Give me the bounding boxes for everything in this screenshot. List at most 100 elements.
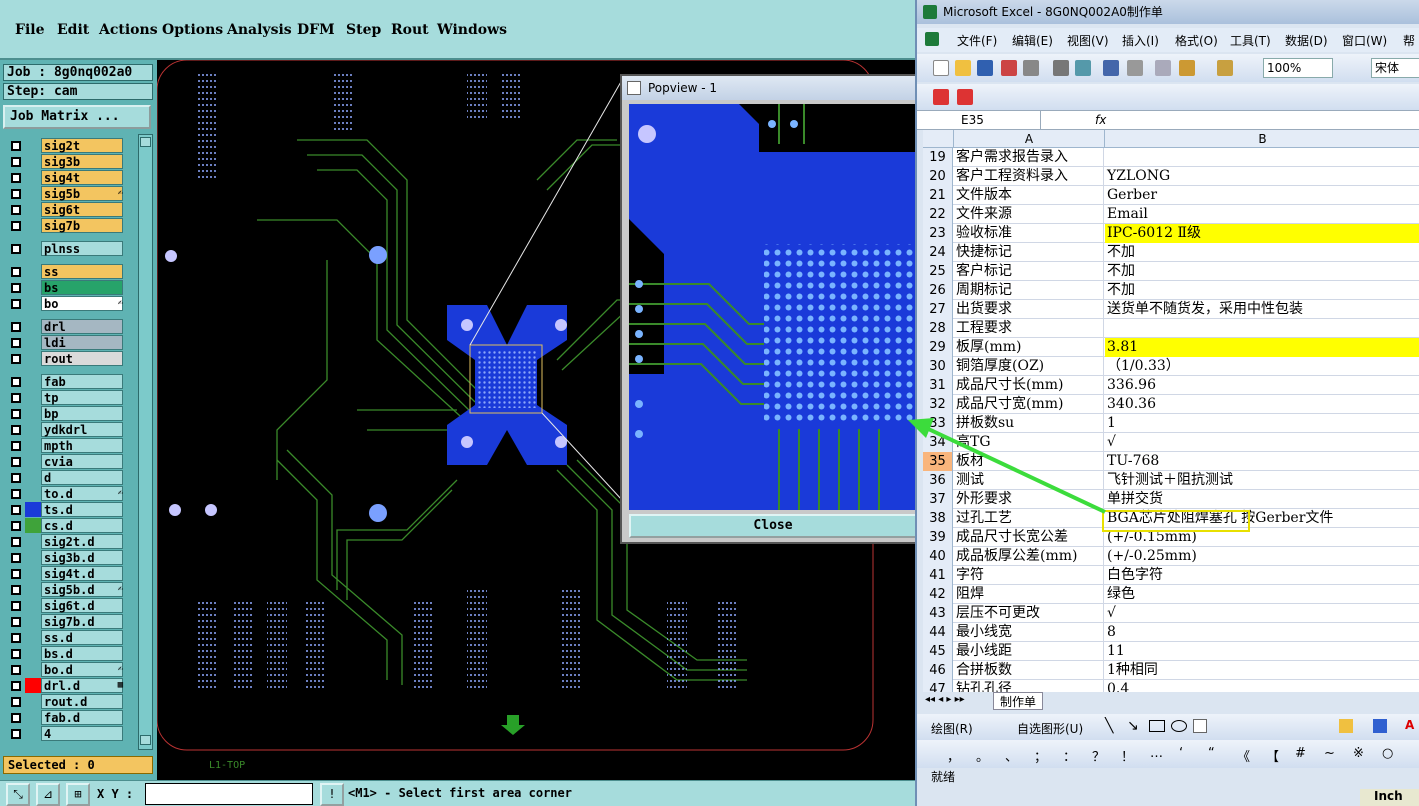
symbol-button[interactable]: …	[1150, 746, 1163, 761]
layer-color-swatch[interactable]	[25, 710, 41, 725]
layer-checkbox[interactable]	[11, 505, 21, 515]
layer-color-swatch[interactable]	[25, 406, 41, 421]
row-number[interactable]: 46	[923, 661, 953, 680]
sheet-row[interactable]: 43 层压不可更改 √	[923, 604, 1419, 623]
symbol-button[interactable]: ，	[947, 746, 960, 765]
layer-row-ydkdrl[interactable]: ydkdrl	[7, 422, 125, 437]
cell-a[interactable]: 验收标准	[954, 224, 1104, 243]
cell-b[interactable]: 单拼交货	[1105, 490, 1419, 509]
layer-color-swatch[interactable]	[25, 566, 41, 581]
rectangle-icon[interactable]	[1149, 720, 1165, 732]
cell-a[interactable]: 铜箔厚度(OZ)	[954, 357, 1104, 376]
layer-checkbox[interactable]	[11, 189, 21, 199]
symbol-button[interactable]: ？	[1092, 746, 1105, 765]
cell-b[interactable]: 11	[1105, 642, 1419, 661]
cell-a[interactable]: 板厚(mm)	[954, 338, 1104, 357]
layer-row-bs-d[interactable]: bs.d	[7, 646, 125, 661]
cell-b[interactable]: Email	[1105, 205, 1419, 224]
cell-b[interactable]: 336.96	[1105, 376, 1419, 395]
layer-color-swatch[interactable]	[25, 422, 41, 437]
layer-color-swatch[interactable]	[25, 138, 41, 153]
layer-checkbox[interactable]	[11, 354, 21, 364]
layer-name[interactable]: sig3b	[41, 154, 123, 169]
layer-name[interactable]: d	[41, 470, 123, 485]
layer-row-cs-d[interactable]: cs.d	[7, 518, 125, 533]
layer-checkbox[interactable]	[11, 553, 21, 563]
cell-b[interactable]: IPC-6012 Ⅱ级	[1105, 224, 1419, 243]
menu-edit-cn[interactable]: 编辑(E)	[1012, 32, 1053, 49]
menu-actions[interactable]: Actions	[99, 22, 158, 38]
layer-color-swatch[interactable]	[25, 241, 41, 256]
layer-color-swatch[interactable]	[25, 598, 41, 613]
menu-step[interactable]: Step	[346, 22, 381, 38]
layer-name[interactable]: sig4t	[41, 170, 123, 185]
layer-color-swatch[interactable]	[25, 646, 41, 661]
layer-row-bp[interactable]: bp	[7, 406, 125, 421]
menu-options[interactable]: Options	[162, 22, 223, 38]
symbol-button[interactable]: “	[1208, 746, 1215, 761]
layer-checkbox[interactable]	[11, 633, 21, 643]
sheet-row[interactable]: 30 铜箔厚度(OZ) （1/0.33）	[923, 357, 1419, 376]
layer-color-swatch[interactable]	[25, 550, 41, 565]
menu-format-cn[interactable]: 格式(O)	[1175, 32, 1218, 49]
cell-b[interactable]: 不加	[1105, 262, 1419, 281]
font-select[interactable]: 宋体	[1371, 58, 1419, 78]
layer-color-swatch[interactable]	[25, 390, 41, 405]
row-number[interactable]: 42	[923, 585, 953, 604]
layer-color-swatch[interactable]	[25, 662, 41, 677]
symbol-button[interactable]: 【	[1266, 746, 1279, 765]
paste-icon[interactable]	[1179, 60, 1195, 76]
symbol-button[interactable]: #	[1295, 746, 1306, 761]
layer-name[interactable]: sig5b	[41, 186, 123, 201]
menu-file-cn[interactable]: 文件(F)	[957, 32, 997, 49]
symbol-button[interactable]: ；	[1034, 746, 1047, 765]
sheet-tab[interactable]: 制作单	[993, 692, 1044, 710]
cell-a[interactable]: 层压不可更改	[954, 604, 1104, 623]
sheet-row[interactable]: 42 阻焊 绿色	[923, 585, 1419, 604]
layer-color-swatch[interactable]	[25, 726, 41, 741]
layer-row-bo[interactable]: bo ✍	[7, 296, 125, 311]
layer-color-swatch[interactable]	[25, 186, 41, 201]
layer-row-d[interactable]: d	[7, 470, 125, 485]
layer-checkbox[interactable]	[11, 457, 21, 467]
job-matrix-button[interactable]: Job Matrix ...	[3, 105, 151, 129]
layer-name[interactable]: fab	[41, 374, 123, 389]
menu-data-cn[interactable]: 数据(D)	[1285, 32, 1328, 49]
cell-a[interactable]: 工程要求	[954, 319, 1104, 338]
cell-a[interactable]: 文件来源	[954, 205, 1104, 224]
layer-name[interactable]: ss.d	[41, 630, 123, 645]
layer-name[interactable]: sig4t.d	[41, 566, 123, 581]
cell-b[interactable]: TU-768	[1105, 452, 1419, 471]
layer-color-swatch[interactable]	[25, 582, 41, 597]
sheet-row[interactable]: 20 客户工程资料录入 YZLONG	[923, 167, 1419, 186]
layer-checkbox[interactable]	[11, 322, 21, 332]
row-number[interactable]: 47	[923, 680, 953, 692]
layer-row-sig2t-d[interactable]: sig2t.d	[7, 534, 125, 549]
layer-checkbox[interactable]	[11, 409, 21, 419]
layer-name[interactable]: bs.d	[41, 646, 123, 661]
layer-name[interactable]: ss	[41, 264, 123, 279]
layer-row-mpth[interactable]: mpth	[7, 438, 125, 453]
layer-color-swatch[interactable]	[25, 218, 41, 233]
draw-menu[interactable]: 绘图(R)	[931, 720, 973, 737]
sheet-row[interactable]: 24 快捷标记 不加	[923, 243, 1419, 262]
sheet-row[interactable]: 29 板厚(mm) 3.81	[923, 338, 1419, 357]
cell-a[interactable]: 成品尺寸长(mm)	[954, 376, 1104, 395]
symbol-button[interactable]: ~	[1324, 746, 1335, 761]
cell-a[interactable]: 客户标记	[954, 262, 1104, 281]
layer-name[interactable]: mpth	[41, 438, 123, 453]
layer-name[interactable]: fab.d	[41, 710, 123, 725]
layer-checkbox[interactable]	[11, 205, 21, 215]
menu-help-cn[interactable]: 帮	[1403, 32, 1415, 49]
sheet-row[interactable]: 28 工程要求	[923, 319, 1419, 338]
layer-checkbox[interactable]	[11, 473, 21, 483]
layer-name[interactable]: sig7b.d	[41, 614, 123, 629]
column-header-b[interactable]: B	[1105, 130, 1419, 148]
layer-color-swatch[interactable]	[25, 319, 41, 334]
autoshape-menu[interactable]: 自选图形(U)	[1017, 720, 1083, 737]
layer-row-tp[interactable]: tp	[7, 390, 125, 405]
layer-checkbox[interactable]	[11, 729, 21, 739]
layer-color-swatch[interactable]	[25, 351, 41, 366]
layer-row-rout-d[interactable]: rout.d	[7, 694, 125, 709]
cell-b[interactable]: 1种相同	[1105, 661, 1419, 680]
